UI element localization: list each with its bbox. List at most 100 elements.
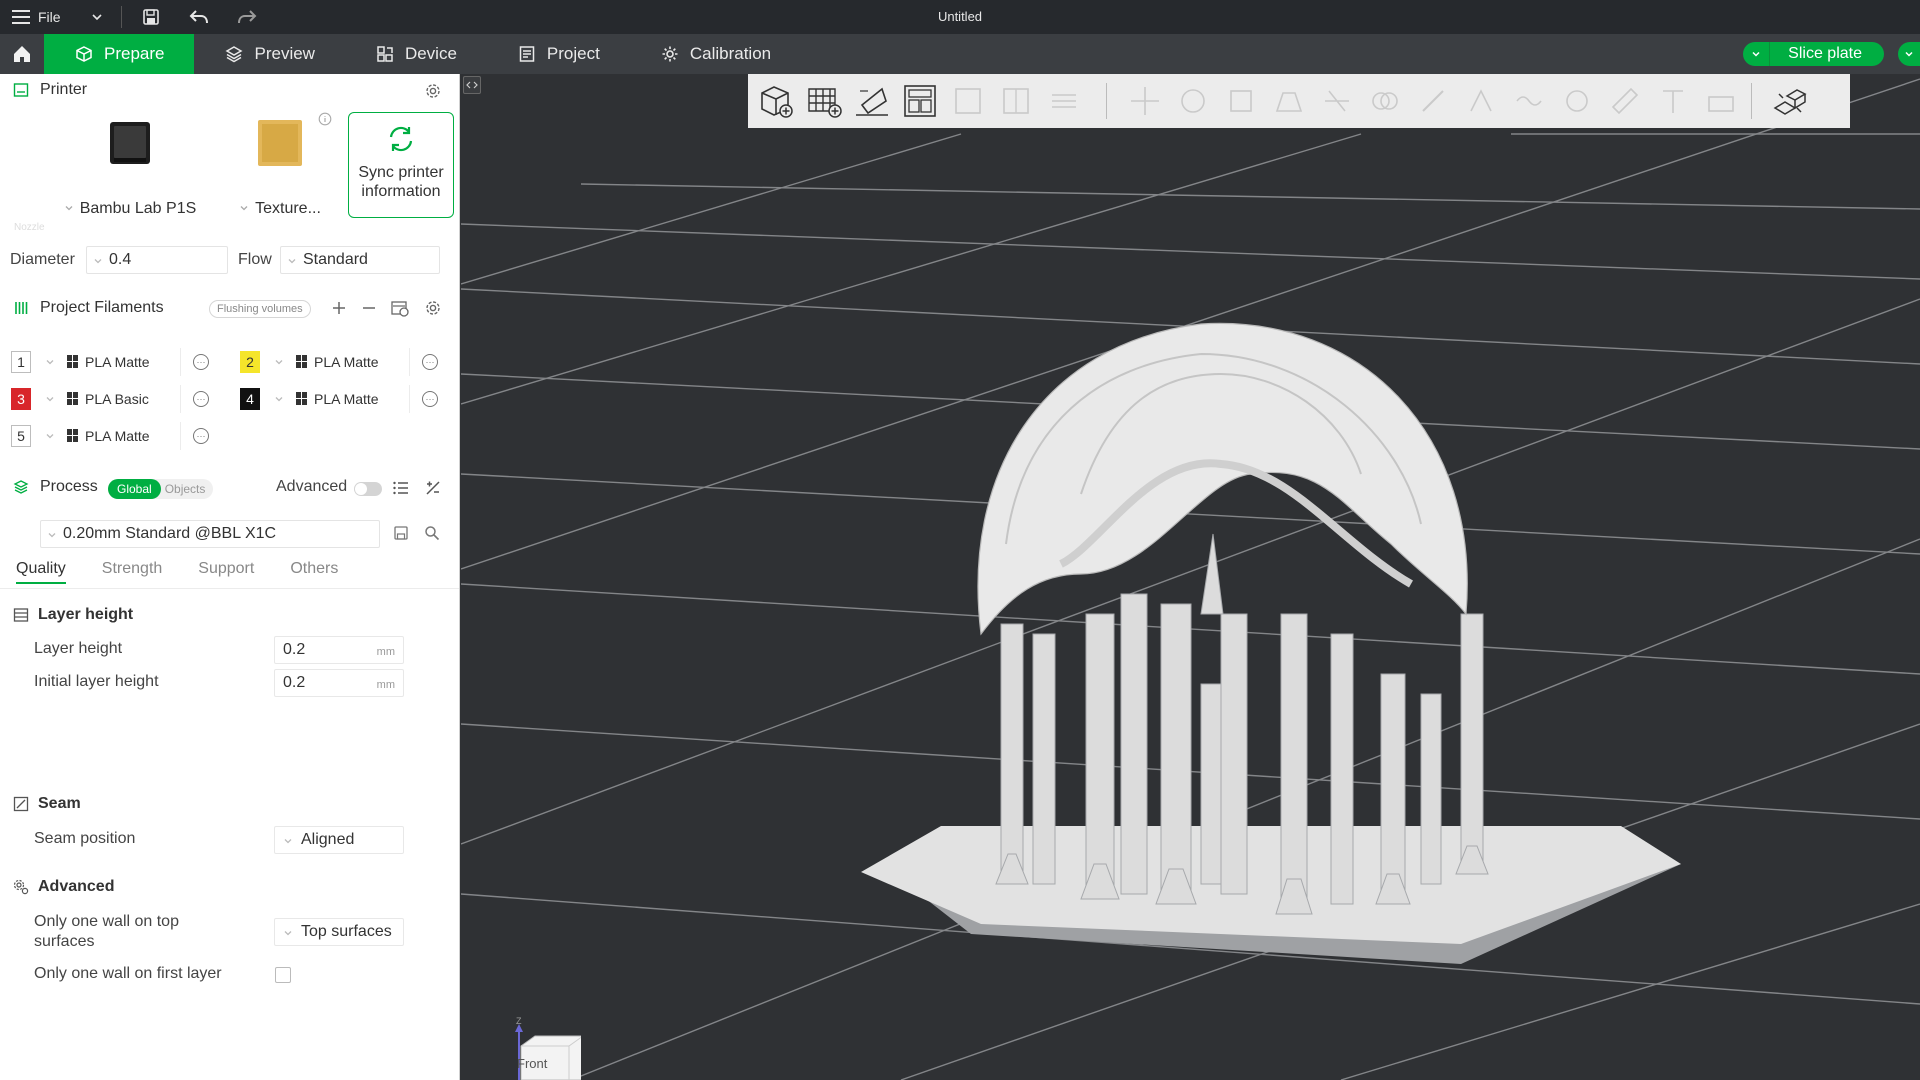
save-icon[interactable] xyxy=(140,6,162,28)
explode-view-icon[interactable] xyxy=(1768,79,1812,123)
filament-name: PLA Matte xyxy=(314,354,379,370)
info-icon[interactable] xyxy=(318,112,332,126)
undo-icon[interactable] xyxy=(188,6,210,28)
remove-filament-icon[interactable] xyxy=(360,299,378,317)
printer-select-card[interactable]: Bambu Lab P1S xyxy=(60,112,200,218)
rotate-icon[interactable] xyxy=(1171,79,1215,123)
filament-slot-3[interactable]: 3 PLA Basic ··· xyxy=(11,385,209,413)
printer-icon xyxy=(12,81,30,99)
filament-slot-2[interactable]: 2 PLA Matte ··· xyxy=(240,348,438,376)
print-dropdown-button[interactable] xyxy=(1898,42,1920,66)
seam-position-select[interactable]: Aligned xyxy=(274,826,404,854)
layers-icon xyxy=(224,44,244,64)
tab-prepare[interactable]: Prepare xyxy=(44,34,195,74)
measure-icon[interactable] xyxy=(1603,79,1647,123)
file-menu[interactable]: File xyxy=(38,9,61,25)
more-options-icon[interactable]: ··· xyxy=(422,354,438,370)
global-option[interactable]: Global xyxy=(108,479,161,499)
hamburger-menu-icon[interactable] xyxy=(12,10,30,24)
add-plate-icon[interactable] xyxy=(802,79,846,123)
global-objects-toggle[interactable]: Global Objects xyxy=(108,479,214,499)
chevron-down-icon xyxy=(46,434,54,439)
filament-sync-icon[interactable] xyxy=(390,298,410,318)
cut-icon[interactable] xyxy=(1315,79,1359,123)
tab-project[interactable]: Project xyxy=(487,34,630,74)
add-object-icon[interactable] xyxy=(754,79,798,123)
sync-printer-button[interactable]: Sync printer information xyxy=(348,112,454,218)
tab-device[interactable]: Device xyxy=(345,34,487,74)
sync-printer-label: Sync printer information xyxy=(358,164,444,200)
flushing-volumes-button[interactable]: Flushing volumes xyxy=(209,300,311,318)
compare-settings-icon[interactable] xyxy=(424,479,442,497)
scale-icon[interactable] xyxy=(1219,79,1263,123)
filament-type-select[interactable]: PLA Matte xyxy=(270,385,410,413)
slice-dropdown-button[interactable] xyxy=(1743,42,1770,66)
3d-viewport[interactable]: Z Front xyxy=(461,74,1920,1080)
printer-settings-gear-icon[interactable] xyxy=(424,82,442,100)
redo-icon[interactable] xyxy=(236,6,258,28)
toolbar-divider xyxy=(120,6,122,28)
objects-option[interactable]: Objects xyxy=(161,482,214,496)
filament-slot-5[interactable]: 5 PLA Matte ··· xyxy=(11,422,209,450)
boolean-icon[interactable] xyxy=(1363,79,1407,123)
layers-edit-icon[interactable] xyxy=(1042,79,1086,123)
filament-type-select[interactable]: PLA Matte xyxy=(41,422,181,450)
collapse-arrows-icon xyxy=(466,81,478,89)
support-painting-icon[interactable] xyxy=(1411,79,1455,123)
more-options-icon[interactable]: ··· xyxy=(193,391,209,407)
text-tool-icon[interactable] xyxy=(1651,79,1695,123)
tab-preview[interactable]: Preview xyxy=(194,34,344,74)
search-icon[interactable] xyxy=(424,525,442,543)
diameter-select[interactable]: 0.4 xyxy=(86,246,228,274)
more-options-icon[interactable]: ··· xyxy=(422,391,438,407)
auto-orient-icon[interactable] xyxy=(850,79,894,123)
flow-select[interactable]: Standard xyxy=(280,246,440,274)
tab-support[interactable]: Support xyxy=(198,560,254,584)
arrange-icon[interactable] xyxy=(898,79,942,123)
filament-type-select[interactable]: PLA Matte xyxy=(270,348,410,376)
view-cube-front-label: Front xyxy=(517,1056,548,1071)
slice-plate-button[interactable]: Slice plate xyxy=(1769,42,1884,66)
plate-select-card[interactable]: Texture... xyxy=(220,112,340,218)
move-icon[interactable] xyxy=(1123,79,1167,123)
filament-type-select[interactable]: PLA Basic xyxy=(41,385,181,413)
3d-model-helmet-with-supports xyxy=(861,322,1681,964)
tab-calibration[interactable]: Calibration xyxy=(630,34,801,74)
filament-type-select[interactable]: PLA Matte xyxy=(41,348,181,376)
save-profile-icon[interactable] xyxy=(393,525,411,543)
printer-section-header: Printer xyxy=(12,81,87,99)
filament-slot-4[interactable]: 4 PLA Matte ··· xyxy=(240,385,438,413)
collapse-sidebar-button[interactable] xyxy=(463,76,481,94)
process-profile-select[interactable]: 0.20mm Standard @BBL X1C xyxy=(40,520,380,548)
chevron-down-icon[interactable] xyxy=(91,11,103,23)
color-painting-icon[interactable] xyxy=(1555,79,1599,123)
view-cube[interactable]: Z Front xyxy=(497,1016,581,1080)
seam-painting-icon[interactable] xyxy=(1459,79,1503,123)
split-objects-icon[interactable] xyxy=(946,79,990,123)
list-view-icon[interactable] xyxy=(392,479,410,497)
chevron-down-icon xyxy=(1905,51,1913,57)
layer-height-input[interactable]: 0.2 mm xyxy=(274,636,404,664)
tab-others[interactable]: Others xyxy=(290,560,338,584)
slice-controls: Slice plate xyxy=(1743,42,1920,66)
split-parts-icon[interactable] xyxy=(994,79,1038,123)
lay-on-face-icon[interactable] xyxy=(1267,79,1311,123)
add-filament-icon[interactable] xyxy=(330,299,348,317)
tabs-divider xyxy=(0,588,459,589)
more-options-icon[interactable]: ··· xyxy=(193,428,209,444)
initial-layer-height-input[interactable]: 0.2 mm xyxy=(274,669,404,697)
tab-strength[interactable]: Strength xyxy=(102,560,162,584)
filament-number: 5 xyxy=(11,425,31,447)
filament-settings-gear-icon[interactable] xyxy=(424,299,442,317)
home-button[interactable] xyxy=(0,34,44,74)
fuzzy-skin-icon[interactable] xyxy=(1507,79,1551,123)
filament-icon xyxy=(12,299,30,317)
more-options-icon[interactable]: ··· xyxy=(193,354,209,370)
one-wall-first-checkbox[interactable] xyxy=(275,967,291,983)
filament-slot-1[interactable]: 1 PLA Matte ··· xyxy=(11,348,209,376)
assembly-icon[interactable] xyxy=(1699,79,1743,123)
advanced-switch[interactable] xyxy=(354,482,382,496)
filament-number: 1 xyxy=(11,351,31,373)
one-wall-top-select[interactable]: Top surfaces xyxy=(274,918,404,946)
tab-quality[interactable]: Quality xyxy=(16,560,66,584)
